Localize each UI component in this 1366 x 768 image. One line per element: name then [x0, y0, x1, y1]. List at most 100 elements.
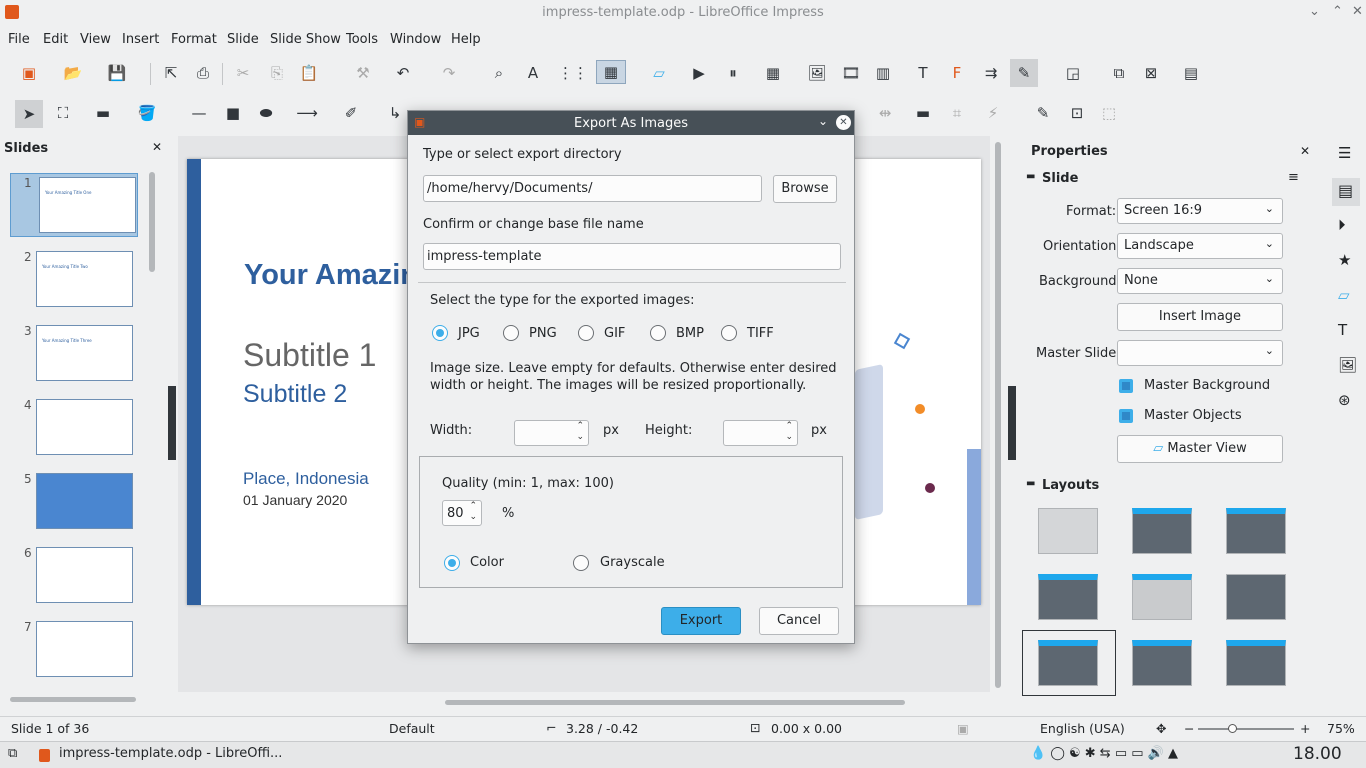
height-spinbox[interactable]: ⌃ ⌄	[723, 420, 798, 446]
glue-icon[interactable]: ⊡	[1066, 102, 1088, 124]
table-icon[interactable]: ▦	[762, 62, 784, 84]
menu-slide[interactable]: Slide	[227, 32, 259, 47]
slides-scrollbar[interactable]	[149, 172, 155, 272]
spelling-icon[interactable]: A	[522, 62, 544, 84]
arrow-icon[interactable]: ⟶	[296, 102, 318, 124]
master-slides-icon[interactable]: ▱	[1338, 286, 1350, 304]
line-and-shape-icon[interactable]: ✎	[1010, 59, 1038, 87]
zoom-in-icon[interactable]: +	[1300, 721, 1310, 736]
more-options-icon[interactable]: ≡	[1288, 170, 1299, 185]
directory-input[interactable]: /home/hervy/Documents/	[423, 175, 762, 202]
tray-icons[interactable]: 💧 ◯ ☯ ✱ ⇆ ▭ ▭ 🔊 ▲	[1030, 746, 1178, 761]
curve-icon[interactable]: ✐	[340, 102, 362, 124]
layout-blank[interactable]	[1038, 508, 1098, 554]
collapse-slide-section-icon[interactable]: ▬	[1026, 171, 1035, 182]
layout-title-2-content[interactable]	[1038, 640, 1098, 686]
menu-insert[interactable]: Insert	[122, 32, 159, 47]
slides-hscrollbar[interactable]	[10, 697, 136, 702]
dialog-close-icon[interactable]: ✕	[836, 115, 851, 130]
crop-icon[interactable]: ⌗	[946, 102, 968, 124]
orientation-select[interactable]: Landscape ⌄	[1117, 233, 1283, 259]
rectangle-icon[interactable]: ■	[222, 102, 244, 124]
app-launcher-icon[interactable]: ⧉	[8, 746, 17, 761]
cancel-button[interactable]: Cancel	[759, 607, 839, 635]
connectors-icon[interactable]: ↳	[384, 102, 406, 124]
delete-slide-icon[interactable]: ⊠	[1140, 62, 1162, 84]
align-icon[interactable]: ⇹	[874, 102, 896, 124]
layout-two-content[interactable]	[1038, 574, 1098, 620]
canvas-hscroll[interactable]	[185, 700, 985, 708]
redo-icon[interactable]: ↷	[438, 62, 460, 84]
open-icon[interactable]: 📂	[62, 62, 84, 84]
styles-icon[interactable]: T	[1338, 321, 1347, 339]
slide-transition-icon[interactable]: ⏵	[1338, 216, 1346, 234]
close-properties-icon[interactable]: ✕	[1300, 144, 1310, 158]
display-views-icon[interactable]: ▦	[596, 60, 626, 84]
master-slide-icon[interactable]: ▱	[648, 62, 670, 84]
line-icon[interactable]: —	[188, 102, 210, 124]
gallery-icon[interactable]: 🖼	[1338, 356, 1357, 374]
menu-format[interactable]: Format	[171, 32, 217, 47]
background-select[interactable]: None ⌄	[1117, 268, 1283, 294]
slide-thumb-1[interactable]: Your Amazing Title One	[39, 177, 136, 233]
presentation-icon[interactable]: ▣	[18, 62, 40, 84]
radio-gif[interactable]	[578, 325, 594, 341]
task-impress[interactable]: impress-template.odp - LibreOffi...	[59, 746, 282, 761]
spin-arrows-icon[interactable]: ⌃ ⌄	[469, 501, 477, 523]
radio-bmp[interactable]	[650, 325, 666, 341]
minimize-icon[interactable]: ⌄	[1309, 4, 1320, 19]
textbox-icon[interactable]: T	[912, 62, 934, 84]
close-icon[interactable]: ✕	[1352, 4, 1363, 19]
ellipse-icon[interactable]: ⬬	[255, 102, 277, 124]
points-icon[interactable]: ✎	[1032, 102, 1054, 124]
layout-four-content[interactable]	[1226, 640, 1286, 686]
save-icon[interactable]: 💾	[106, 62, 128, 84]
zoom-out-icon[interactable]: −	[1184, 721, 1194, 736]
print-icon[interactable]: ⎙	[192, 62, 214, 84]
master-slide-select[interactable]: ⌄	[1117, 340, 1283, 366]
menu-window[interactable]: Window	[390, 32, 441, 47]
radio-tiff[interactable]	[721, 325, 737, 341]
duplicate-slide-icon[interactable]: ⧉	[1108, 62, 1130, 84]
fill-color-icon[interactable]: 🪣	[136, 102, 158, 124]
slide-thumb-4[interactable]	[36, 399, 133, 455]
layout-title-content-2[interactable]	[1132, 640, 1192, 686]
animation-icon[interactable]: ★	[1338, 251, 1351, 269]
browse-button[interactable]: Browse	[773, 175, 837, 203]
slide-thumb-6[interactable]	[36, 547, 133, 603]
export-icon[interactable]: ⇱	[160, 62, 182, 84]
slide-thumb-5[interactable]	[36, 473, 133, 529]
clone-formatting-icon[interactable]: ⚒	[352, 62, 374, 84]
new-slide-icon[interactable]: ◲	[1062, 62, 1084, 84]
find-icon[interactable]: ⌕	[488, 62, 510, 84]
zoom-pan-icon[interactable]: ⛶	[52, 102, 74, 124]
format-select[interactable]: Screen 16:9 ⌄	[1117, 198, 1283, 224]
quality-spinbox[interactable]: 80 ⌃ ⌄	[442, 500, 482, 526]
undo-icon[interactable]: ↶	[392, 62, 414, 84]
fontwork-icon[interactable]: F	[946, 62, 968, 84]
collapse-handle-left[interactable]	[168, 386, 176, 460]
shadow-icon[interactable]: ▬	[912, 102, 934, 124]
dialog-minimize-icon[interactable]: ⌄	[818, 114, 828, 128]
slide-thumb-7[interactable]	[36, 621, 133, 677]
clock[interactable]: 18.00	[1293, 744, 1342, 764]
slide-thumb-2[interactable]: Your Amazing Title Two	[36, 251, 133, 307]
close-panel-icon[interactable]: ✕	[152, 140, 162, 154]
layout-centered-text[interactable]	[1226, 574, 1286, 620]
layout-title-only[interactable]	[1226, 508, 1286, 554]
radio-color[interactable]	[444, 555, 460, 571]
status-language[interactable]: English (USA)	[1040, 721, 1125, 736]
master-background-checkbox[interactable]	[1119, 379, 1133, 393]
filter-icon[interactable]: ⚡	[982, 102, 1004, 124]
chart-icon[interactable]: ▥	[872, 62, 894, 84]
line-color-icon[interactable]: ▬	[92, 102, 114, 124]
menu-help[interactable]: Help	[451, 32, 481, 47]
canvas-vscroll[interactable]	[995, 142, 1001, 688]
spin-arrows-icon[interactable]: ⌃ ⌄	[785, 421, 793, 443]
menu-file[interactable]: File	[8, 32, 30, 47]
collapse-layouts-icon[interactable]: ▬	[1026, 478, 1035, 489]
menu-view[interactable]: View	[80, 32, 111, 47]
paste-icon[interactable]: 📋	[298, 62, 320, 84]
start-from-first-icon[interactable]: ▶	[688, 62, 710, 84]
media-icon[interactable]: 🎞	[840, 62, 862, 84]
